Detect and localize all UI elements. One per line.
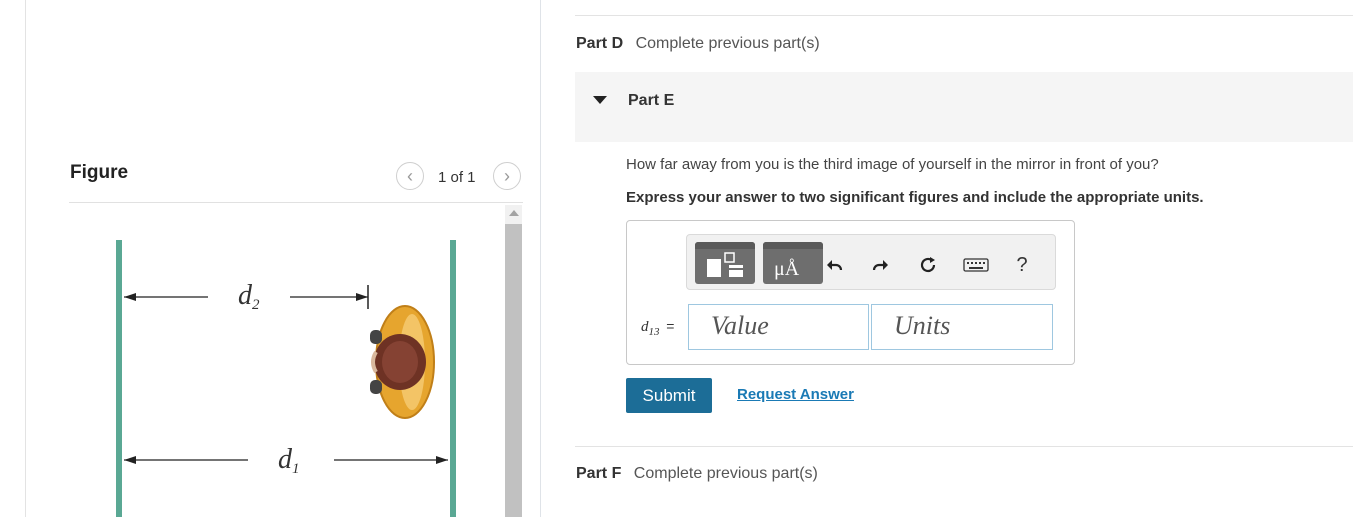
request-answer-link[interactable]: Request Answer: [737, 386, 854, 403]
mirror-diagram: d2 d1: [116, 240, 456, 517]
part-d-title: Part D: [576, 35, 624, 52]
redo-icon: [872, 260, 888, 271]
previous-figure-button[interactable]: ‹: [396, 162, 424, 190]
redo-button[interactable]: [869, 252, 893, 278]
reset-icon: [920, 257, 936, 273]
d1-label: d1: [278, 444, 300, 477]
chevron-right-icon: ›: [504, 165, 510, 186]
units-button[interactable]: μÅ: [763, 242, 823, 284]
scroll-up-arrow-icon[interactable]: [509, 210, 519, 216]
right-mirror: [450, 240, 456, 517]
person-figure: [370, 305, 435, 419]
part-e-header[interactable]: [575, 72, 1353, 142]
instruction-text: Express your answer to two significant f…: [626, 189, 1204, 206]
part-divider-top: [575, 15, 1353, 16]
part-e-title[interactable]: Part E: [628, 92, 674, 110]
submit-button[interactable]: Submit: [626, 378, 712, 413]
part-f-status: Complete previous part(s): [633, 465, 818, 482]
panel-border: [25, 0, 26, 517]
part-d-row[interactable]: Part D Complete previous part(s): [576, 35, 820, 53]
d2-arrowhead-left: [124, 293, 136, 301]
reset-button[interactable]: [916, 252, 940, 278]
units-icon-label: μÅ: [774, 258, 800, 280]
keyboard-icon: [963, 258, 989, 272]
figure-counter: 1 of 1: [438, 169, 476, 186]
part-f-title: Part F: [576, 465, 622, 482]
templates-icon: [707, 252, 743, 277]
d2-arrowhead-right: [356, 293, 368, 301]
undo-button[interactable]: [822, 252, 846, 278]
d1-arrowhead-left: [124, 456, 136, 464]
d1-arrowhead-right: [436, 456, 448, 464]
units-input[interactable]: Units: [871, 304, 1053, 350]
next-figure-button[interactable]: ›: [493, 162, 521, 190]
undo-icon: [827, 260, 843, 271]
d2-label: d2: [238, 280, 260, 313]
question-text: How far away from you is the third image…: [626, 156, 1159, 173]
panel-divider: [540, 0, 541, 517]
figure-title: Figure: [70, 162, 129, 183]
figure-scrollbar-thumb[interactable]: [505, 224, 522, 517]
caret-down-icon[interactable]: [593, 96, 607, 104]
help-button[interactable]: ?: [1010, 252, 1034, 278]
part-d-status: Complete previous part(s): [635, 35, 820, 52]
templates-button[interactable]: [695, 242, 755, 284]
figure-separator: [69, 202, 523, 203]
part-f-row[interactable]: Part F Complete previous part(s): [576, 465, 818, 483]
chevron-left-icon: ‹: [407, 165, 413, 186]
left-mirror: [116, 240, 122, 517]
value-input[interactable]: Value: [688, 304, 869, 350]
keyboard-button[interactable]: [962, 252, 990, 278]
part-divider-bottom: [575, 446, 1353, 447]
answer-variable-label: d13 =: [641, 318, 675, 338]
